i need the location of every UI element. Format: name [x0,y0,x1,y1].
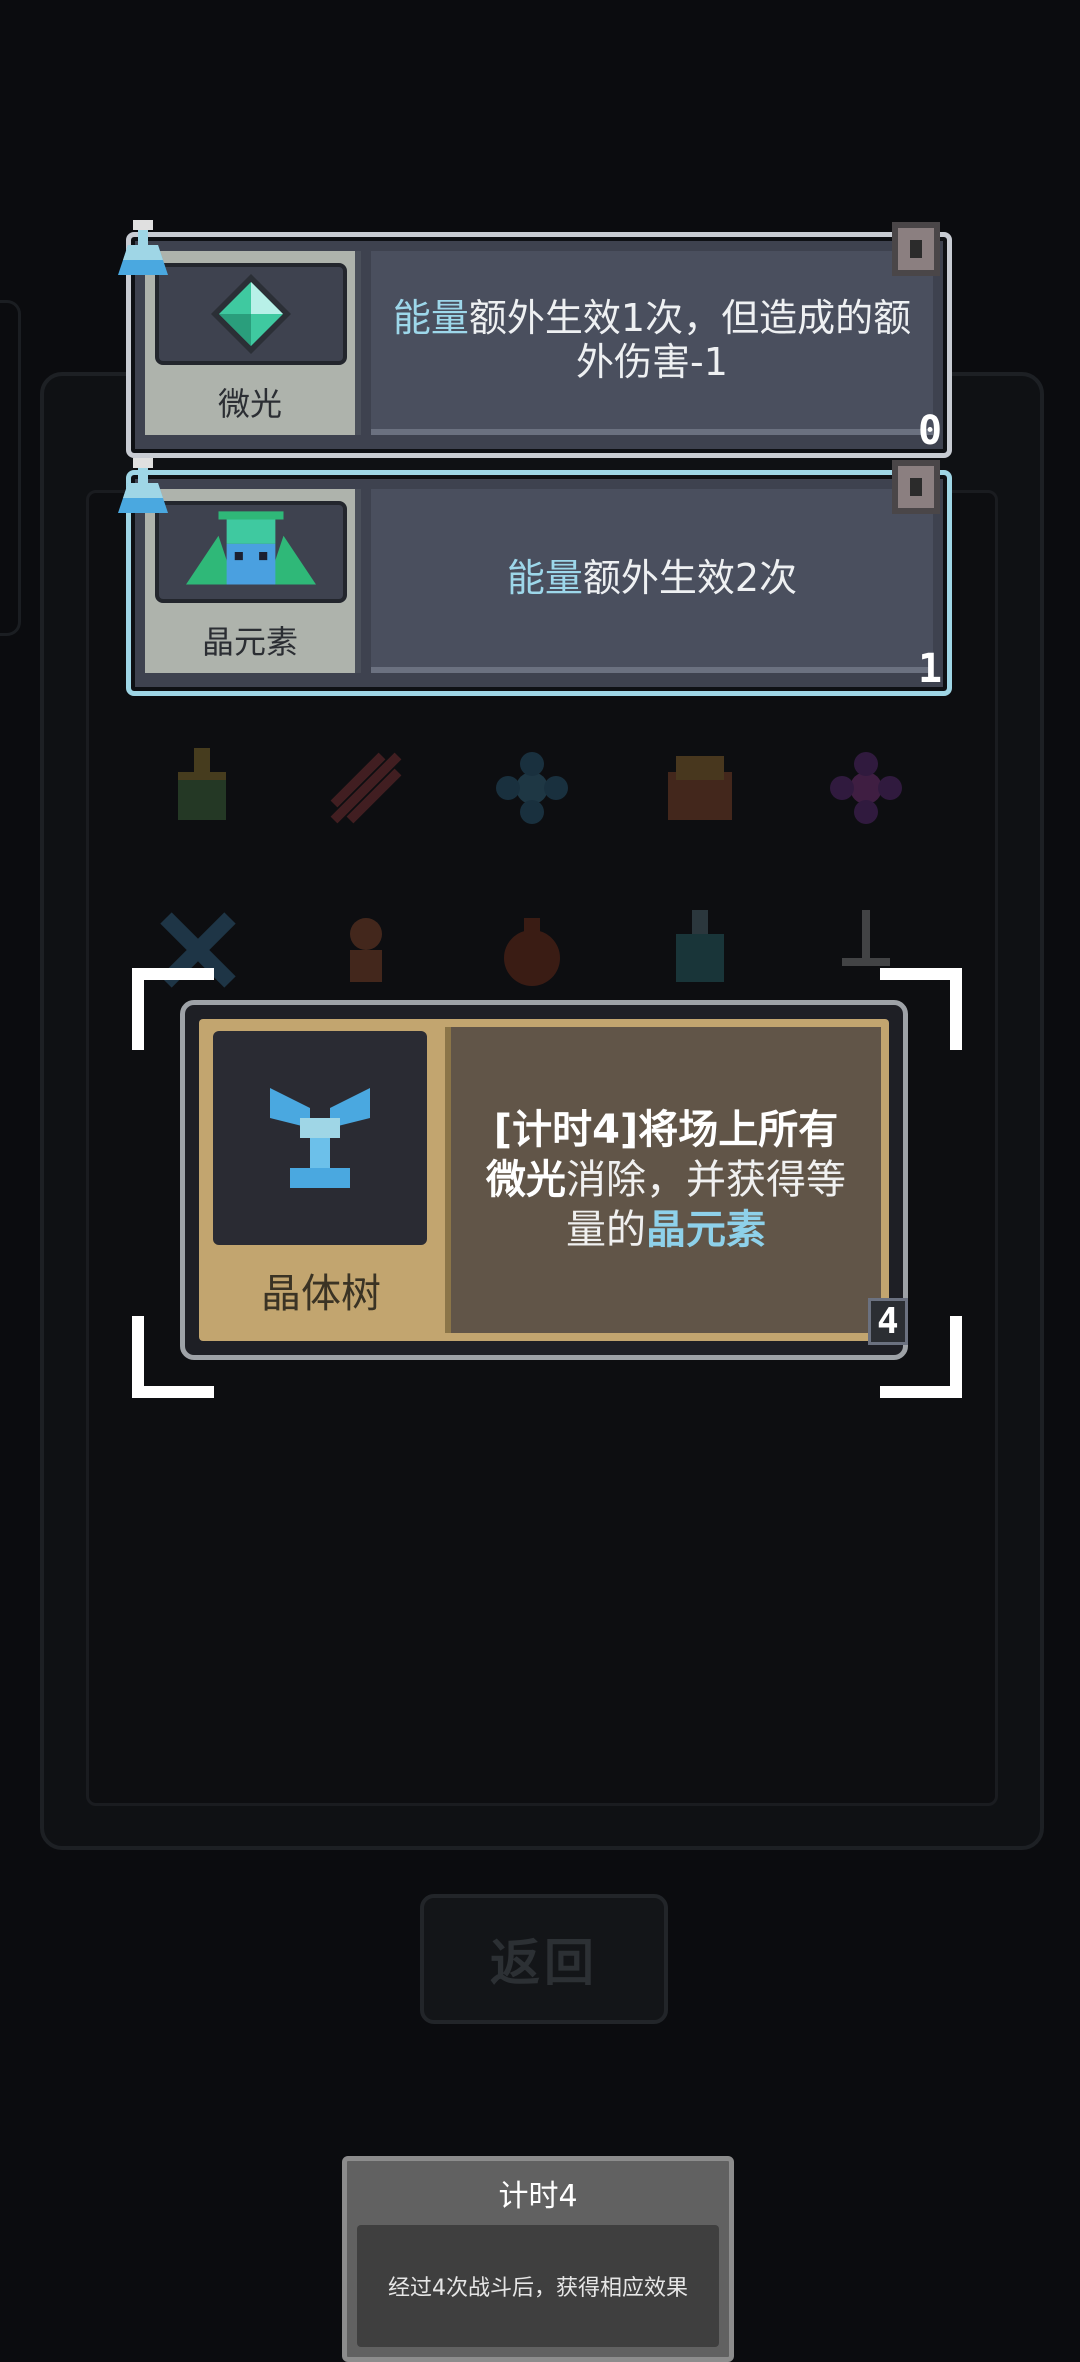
crystal-elemental-icon [186,511,316,585]
relic-info: 晶元素 [145,489,361,673]
relic-name: 晶体树 [261,1271,381,1317]
relic-description: 能量额外生效1次，但造成的额外伤害-1 [371,251,933,435]
tooltip-title: 计时4 [498,2179,578,2214]
relic-card-glimmer[interactable]: 微光 能量额外生效1次，但造成的额外伤害-1 [126,232,952,458]
focused-relic-card[interactable]: 晶体树 [计时4]将场上所有微光消除，并获得等量的晶元素 [180,1000,908,1360]
relic-icon-frame [155,263,347,365]
dna-icon [330,752,402,824]
purple-flower-icon [830,752,902,824]
lock-icon [892,222,940,276]
crystal-tree-icon [270,1088,370,1188]
tooltip-body: 经过4次战斗后，获得相应效果 [357,2225,719,2347]
relic-name: 晶元素 [201,623,298,661]
green-diamond-icon [211,274,291,354]
bag-icon [504,918,560,986]
relic-card-crystal-elemental[interactable]: 晶元素 能量额外生效2次 [126,470,952,696]
blue-flower-icon [496,752,568,824]
lock-icon [892,460,940,514]
figure-icon [350,918,382,982]
relic-info: 晶体树 [207,1027,435,1333]
relic-description: [计时4]将场上所有微光消除，并获得等量的晶元素 [445,1027,881,1333]
keyword-tooltip: 计时4 经过4次战斗后，获得相应效果 [342,2156,734,2362]
creature-icon [668,756,732,820]
relic-icon-frame [155,501,347,603]
flask-icon [118,458,168,513]
side-tab [0,300,21,636]
relic-count-badge: 0 [918,408,943,454]
card-body: 晶体树 [计时4]将场上所有微光消除，并获得等量的晶元素 [199,1019,889,1341]
bottle-icon [676,910,724,982]
timer-badge: 4 [868,1298,908,1345]
return-button[interactable]: 返回 [420,1894,668,2024]
relic-count-badge: 1 [918,646,943,692]
relic-description: 能量额外生效2次 [371,489,933,673]
flask-icon [118,220,168,275]
relic-info: 微光 [145,251,361,435]
relic-name: 微光 [217,385,282,423]
potion-icon [178,748,226,820]
relic-icon-frame [213,1031,427,1245]
